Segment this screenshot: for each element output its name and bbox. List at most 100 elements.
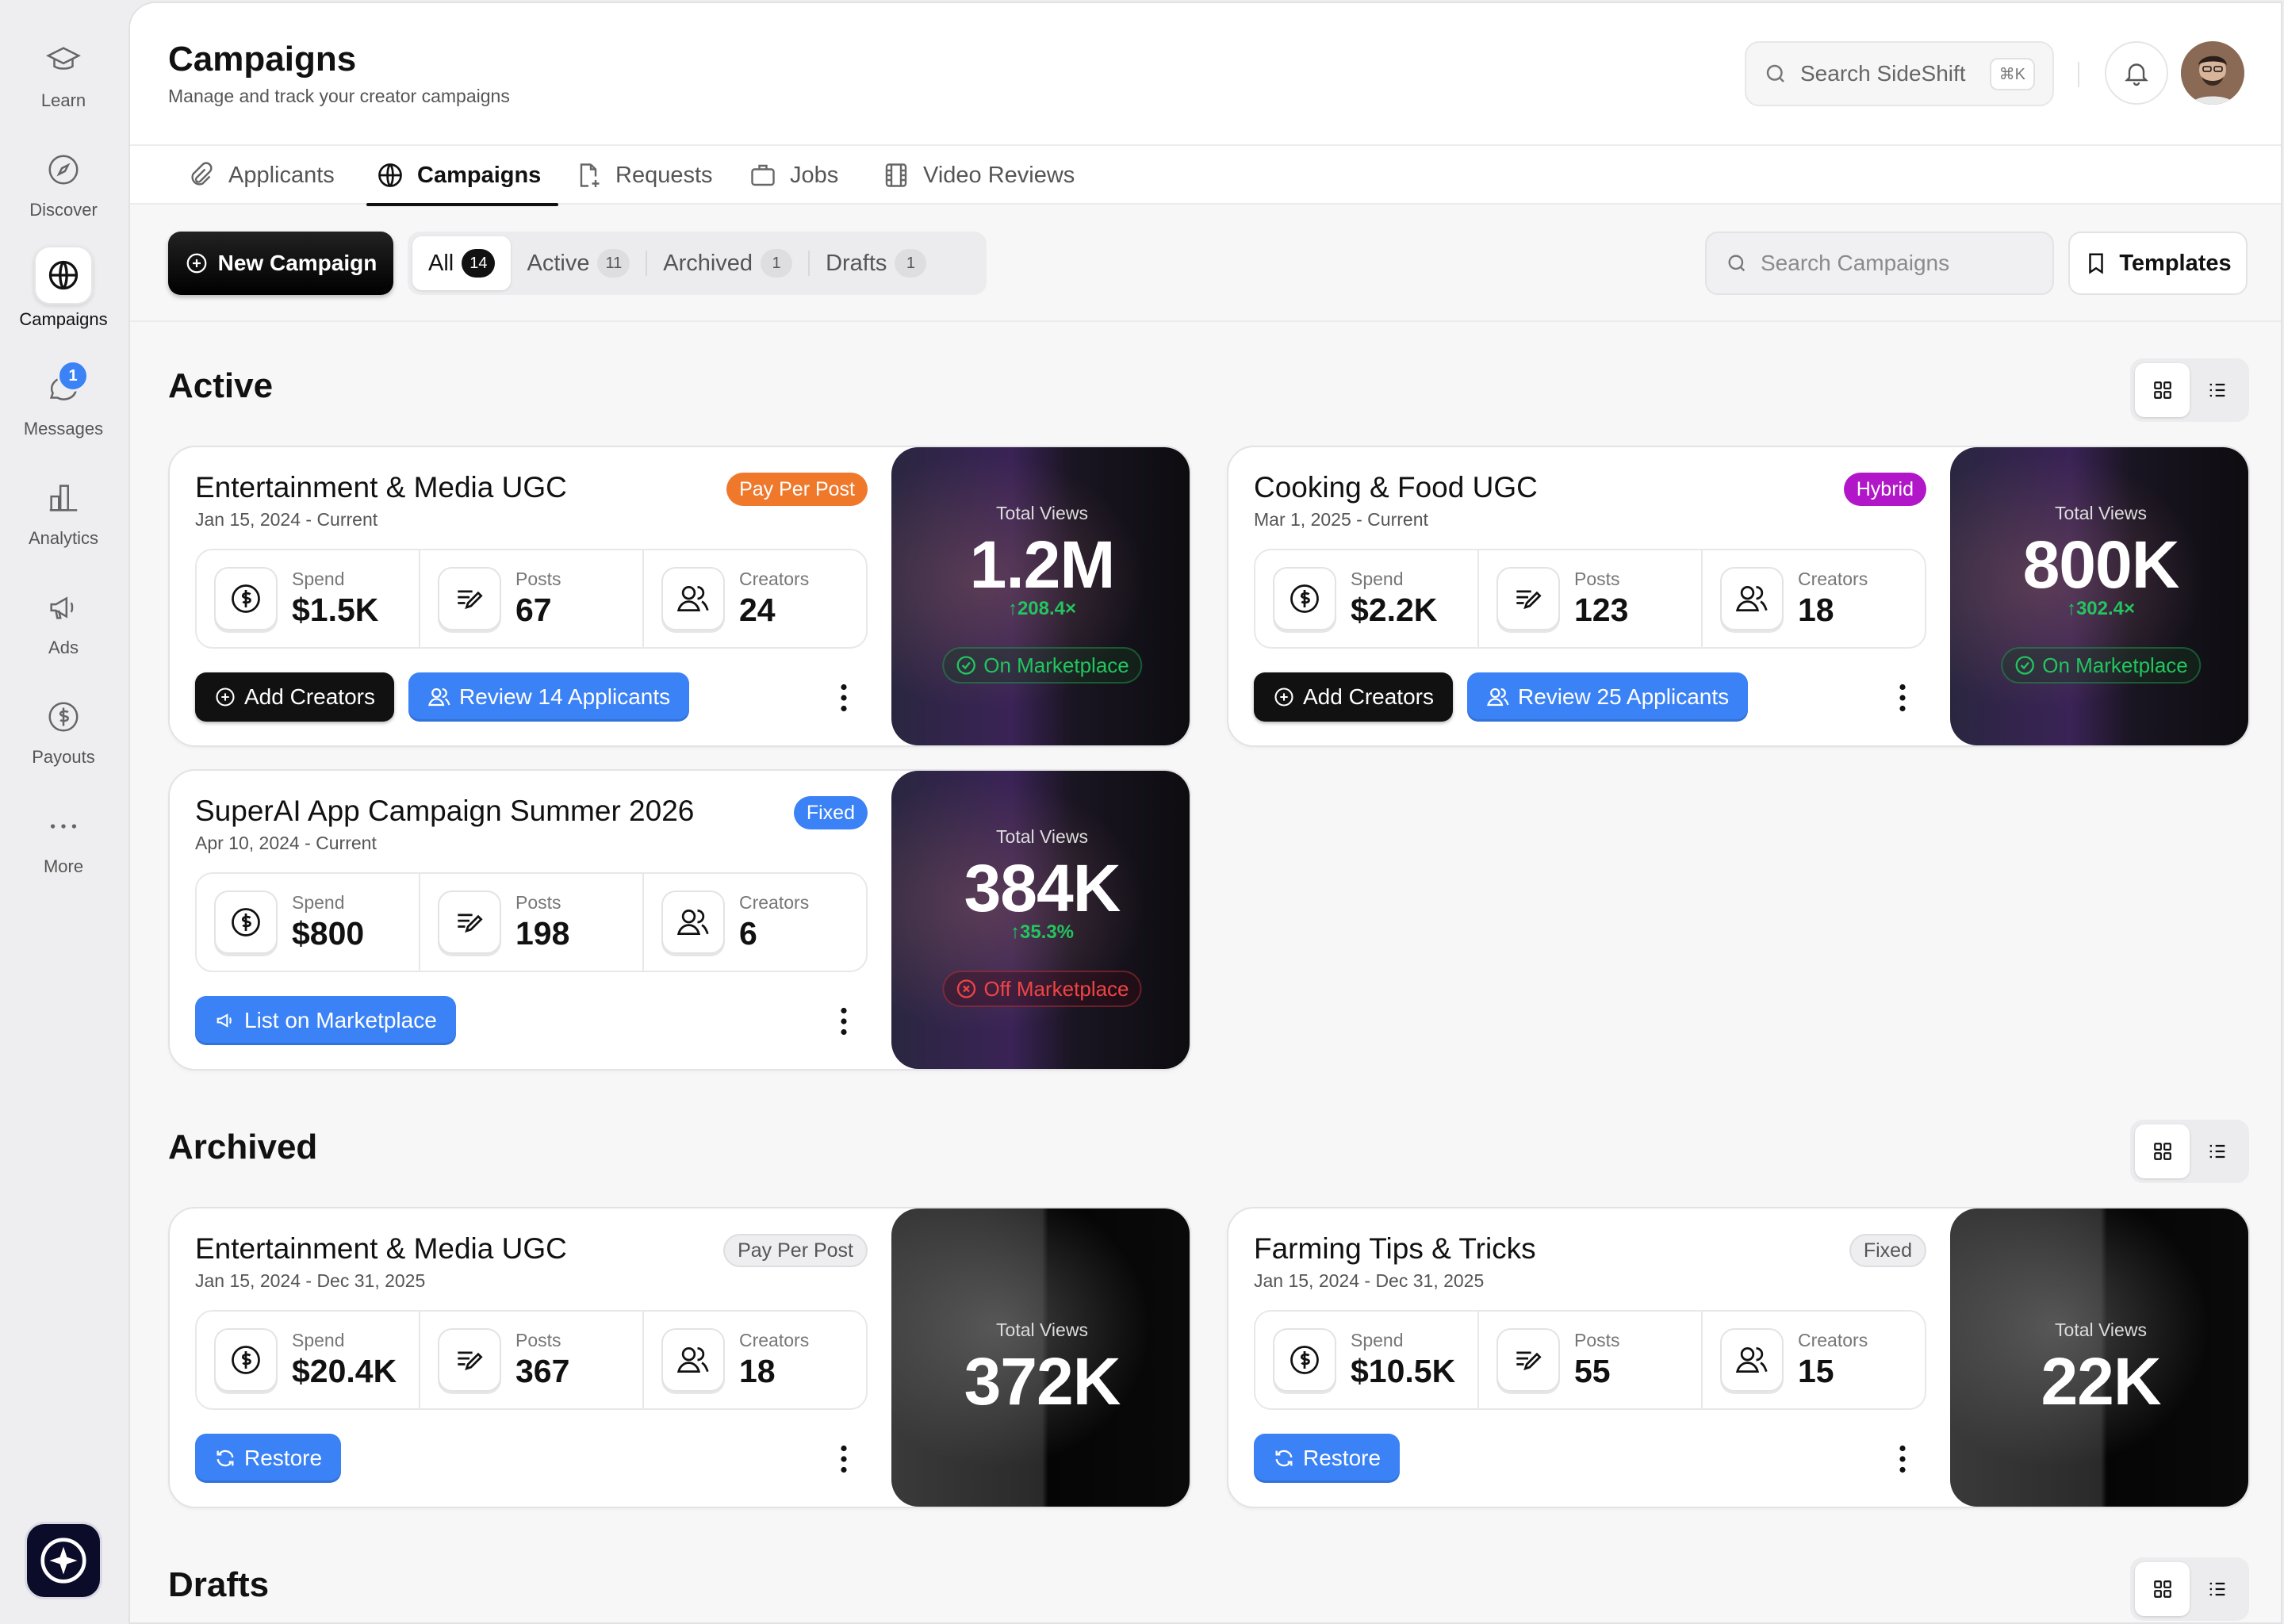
button-label: Add Creators [1303, 684, 1434, 709]
templates-button[interactable]: Templates [2068, 232, 2248, 295]
filter-drafts[interactable]: Drafts 1 [810, 236, 942, 290]
search-icon [1766, 64, 1784, 82]
stat-value: 18 [739, 1353, 776, 1389]
total-views-label: Total Views [2055, 503, 2147, 523]
campaign-card[interactable]: Farming Tips & Tricks Jan 15, 2024 - Dec… [1227, 1207, 2250, 1508]
tab-video-reviews[interactable]: Video Reviews [882, 146, 1075, 205]
card-actions: Restore [1254, 1434, 1401, 1483]
sidebar-item-label: More [43, 856, 84, 876]
campaign-thumbnail[interactable]: Total Views 372K [891, 1208, 1190, 1507]
view-toggle [2130, 1120, 2249, 1183]
sidebar-item-payouts[interactable]: Payouts [0, 695, 127, 768]
stat-value: 67 [515, 592, 552, 628]
sidebar-item-messages[interactable]: 1 Messages [0, 360, 127, 439]
views-growth: ↑35.3% [891, 921, 1190, 944]
filter-count: 1 [895, 249, 927, 278]
campaign-thumbnail[interactable]: Total Views 1.2M ↑208.4× On Marketplace [891, 447, 1190, 745]
more-options-button[interactable] [828, 1443, 860, 1475]
messages-badge: 1 [57, 360, 89, 392]
list-view-button[interactable] [2190, 1562, 2244, 1616]
payment-type-tag: Pay Per Post [726, 473, 868, 506]
page-header: Campaigns Manage and track your creator … [130, 3, 2281, 146]
arrow-up-icon: ↑ [1010, 921, 1020, 943]
stat-value: 55 [1574, 1353, 1611, 1389]
stat-value: 24 [739, 592, 776, 628]
campaign-date: Mar 1, 2025 - Current [1254, 509, 1428, 530]
total-views-label: Total Views [996, 826, 1088, 847]
tab-campaigns[interactable]: Campaigns [366, 146, 559, 206]
users-icon [661, 891, 725, 954]
card-actions: Add Creators Review 14 Applicants [195, 672, 690, 722]
sidebar-item-discover[interactable]: Discover [0, 147, 127, 220]
campaign-thumbnail[interactable]: Total Views 384K ↑35.3% Off Marketplace [891, 771, 1190, 1069]
status-label: Off Marketplace [983, 976, 1129, 1001]
sidebar-item-learn[interactable]: Learn [0, 38, 127, 111]
list-view-button[interactable] [2190, 363, 2244, 417]
filter-archived[interactable]: Archived 1 [647, 236, 808, 290]
add-creators-button[interactable]: Add Creators [1254, 672, 1453, 722]
stat-spend: Spend $1.5K [197, 550, 420, 647]
campaign-tabs: Applicants Campaigns Requests Jobs Video… [130, 146, 2281, 206]
campaign-stats: Spend $2.2K Posts 123 Creators 18 [1254, 549, 1926, 649]
campaign-stats: Spend $20.4K Posts 367 Creators 18 [195, 1310, 868, 1410]
filter-count: 14 [462, 249, 496, 278]
tab-requests[interactable]: Requests [574, 146, 713, 205]
more-dots-icon [41, 804, 86, 848]
list-icon [2209, 1582, 2225, 1596]
grid-view-button[interactable] [2135, 1562, 2190, 1616]
campaign-card[interactable]: SuperAI App Campaign Summer 2026 Apr 10,… [168, 769, 1191, 1071]
more-options-button[interactable] [828, 1005, 860, 1037]
button-label: List on Marketplace [244, 1008, 437, 1032]
notifications-button[interactable] [2105, 41, 2168, 105]
dollar-circle-icon [1273, 1328, 1336, 1392]
sidebar-item-more[interactable]: More [0, 804, 127, 877]
stat-value: $10.5K [1351, 1353, 1456, 1389]
search-icon [1728, 255, 1746, 272]
campaign-date: Jan 15, 2024 - Current [195, 509, 378, 530]
campaign-card[interactable]: Cooking & Food UGC Mar 1, 2025 - Current… [1227, 446, 2250, 747]
stat-value: 15 [1798, 1353, 1834, 1389]
campaign-card[interactable]: Entertainment & Media UGC Jan 15, 2024 -… [168, 446, 1191, 747]
stat-label: Creators [1798, 569, 1868, 589]
campaign-thumbnail[interactable]: Total Views 800K ↑302.4× On Marketplace [1950, 447, 2248, 745]
stat-label: Spend [292, 892, 345, 913]
review-applicants-button[interactable]: Review 25 Applicants [1466, 672, 1749, 722]
sidebar-item-campaigns[interactable]: Campaigns [0, 246, 127, 330]
sidebar-item-analytics[interactable]: Analytics [0, 476, 127, 549]
tab-applicants[interactable]: Applicants [187, 146, 335, 205]
plus-circle-icon [216, 688, 235, 707]
grid-view-button[interactable] [2135, 363, 2190, 417]
campaign-title: Cooking & Food UGC [1254, 471, 1538, 504]
restore-button[interactable]: Restore [195, 1434, 342, 1483]
filter-active[interactable]: Active 11 [511, 236, 646, 290]
app-logo[interactable] [27, 1524, 100, 1597]
global-search[interactable]: Search SideShift ⌘K [1745, 41, 2054, 106]
stat-label: Posts [515, 569, 561, 589]
views-growth: ↑302.4× [1950, 598, 2248, 620]
stat-posts: Posts 67 [420, 550, 644, 647]
filter-label: Drafts [826, 250, 887, 276]
growth-value: 302.4× [2075, 598, 2136, 619]
add-creators-button[interactable]: Add Creators [195, 672, 394, 722]
sidebar-item-ads[interactable]: Ads [0, 585, 127, 658]
list-view-button[interactable] [2190, 1124, 2244, 1178]
filter-all[interactable]: All 14 [412, 236, 512, 290]
tab-jobs[interactable]: Jobs [749, 146, 838, 205]
campaign-search-input[interactable]: Search Campaigns [1705, 232, 2054, 295]
more-options-button[interactable] [1887, 682, 1918, 714]
campaign-card[interactable]: Entertainment & Media UGC Jan 15, 2024 -… [168, 1207, 1191, 1508]
list-on-marketplace-button[interactable]: List on Marketplace [195, 996, 456, 1045]
sidebar-item-label: Campaigns [19, 309, 108, 329]
campaign-thumbnail[interactable]: Total Views 22K [1950, 1208, 2248, 1507]
campaign-title: Entertainment & Media UGC [195, 1232, 567, 1265]
grid-view-button[interactable] [2135, 1124, 2190, 1178]
new-campaign-button[interactable]: New Campaign [168, 232, 393, 295]
status-label: On Marketplace [983, 653, 1129, 677]
campaign-date: Jan 15, 2024 - Dec 31, 2025 [1254, 1270, 1485, 1291]
more-options-button[interactable] [828, 682, 860, 714]
user-avatar[interactable] [2181, 41, 2244, 105]
restore-button[interactable]: Restore [1254, 1434, 1401, 1483]
more-options-button[interactable] [1887, 1443, 1918, 1475]
review-applicants-button[interactable]: Review 14 Applicants [408, 672, 690, 722]
payment-type-tag: Hybrid [1843, 473, 1926, 506]
